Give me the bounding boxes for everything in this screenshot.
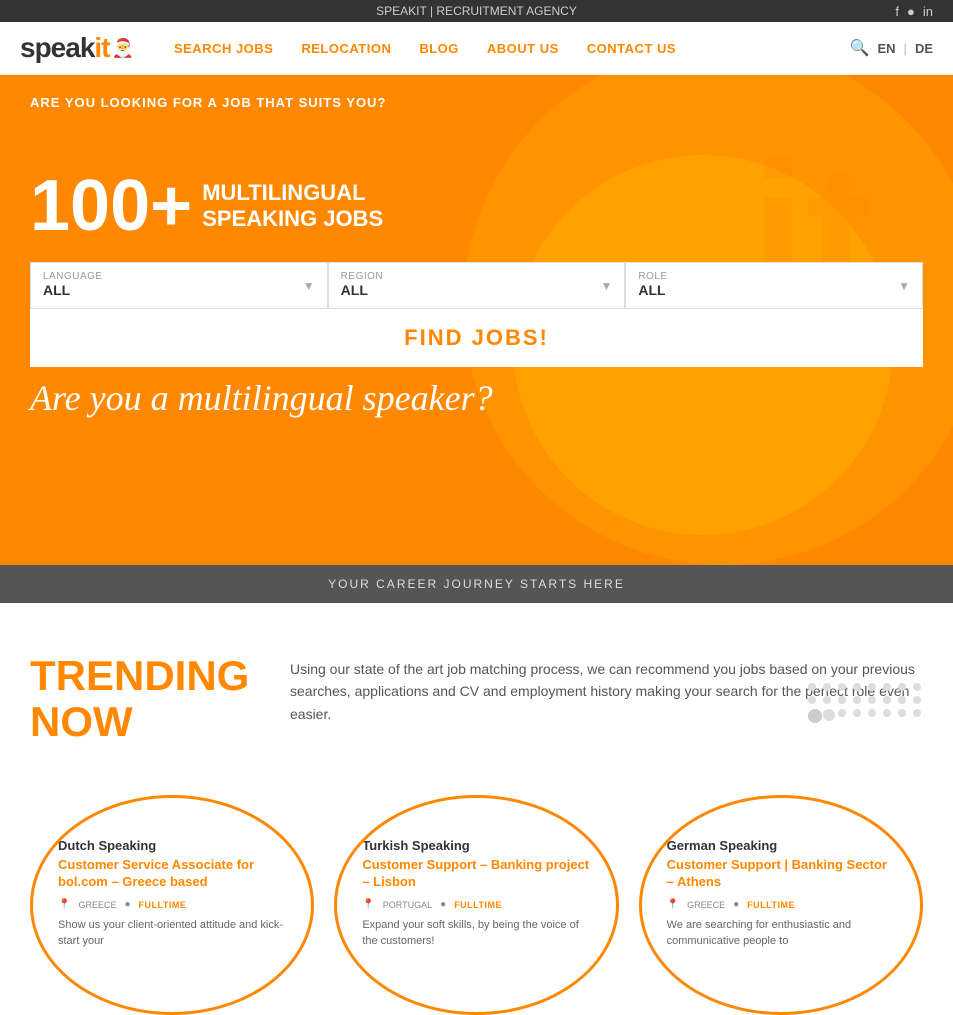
nav-search-jobs[interactable]: SEARCH JOBS (174, 41, 273, 56)
job-0-clock-icon: ● (124, 899, 130, 910)
region-label: REGION (341, 271, 613, 282)
job-2-clock-icon: ● (733, 899, 739, 910)
site-title: SPEAKIT | RECRUITMENT AGENCY (0, 4, 953, 18)
job-2-desc: We are searching for enthusiastic and co… (667, 918, 895, 949)
region-select-wrap[interactable]: REGION ALL ▼ (328, 262, 626, 309)
lang-en[interactable]: EN (877, 41, 895, 56)
nav-contact-us[interactable]: CONTACT US (587, 41, 676, 56)
job-2-type: FULLTIME (747, 899, 795, 910)
role-select-wrap[interactable]: ROLE ALL ▼ (625, 262, 923, 309)
hero-question: ARE YOU LOOKING FOR A JOB THAT SUITS YOU… (30, 95, 923, 110)
instagram-icon[interactable]: ● (907, 4, 915, 19)
nav-blog[interactable]: BLOG (419, 41, 459, 56)
job-cards: Dutch Speaking Customer Service Associat… (0, 775, 953, 1015)
hero-section: it ARE YOU LOOKING FOR A JOB THAT SUITS … (0, 75, 953, 565)
lang-separator: | (904, 41, 907, 56)
search-form: LANGUAGE ALL ▼ REGION ALL ▼ ROLE ALL ▼ (30, 262, 923, 309)
job-0-title: Customer Service Associate for bol.com –… (58, 857, 286, 891)
navbar: speakit 🎅 SEARCH JOBS RELOCATION BLOG AB… (0, 22, 953, 75)
top-bar: SPEAKIT | RECRUITMENT AGENCY f ● in (0, 0, 953, 22)
logo-text: speakit (20, 32, 110, 64)
career-journey-bar: YOUR CAREER JOURNEY STARTS HERE (0, 565, 953, 603)
dots-decoration (808, 683, 923, 723)
hero-label: MULTILINGUAL SPEAKING JOBS (202, 170, 383, 233)
job-card-2[interactable]: German Speaking Customer Support | Banki… (639, 795, 923, 1015)
logo-it: it (94, 32, 109, 63)
job-2-language: German Speaking (667, 838, 778, 853)
hero-number: 100+ (30, 170, 192, 242)
hero-tagline: Are you a multilingual speaker? (30, 377, 923, 419)
job-1-language: Turkish Speaking (362, 838, 469, 853)
role-chevron-icon: ▼ (898, 279, 910, 293)
facebook-icon[interactable]: f (895, 4, 899, 19)
language-select-wrap[interactable]: LANGUAGE ALL ▼ (30, 262, 328, 309)
career-journey-text: YOUR CAREER JOURNEY STARTS HERE (328, 577, 625, 591)
linkedin-icon[interactable]: in (923, 4, 933, 19)
trending-layout: TRENDING NOW Using our state of the art … (30, 653, 923, 745)
language-label: LANGUAGE (43, 271, 315, 282)
hero-count-area: 100+ MULTILINGUAL SPEAKING JOBS (30, 170, 923, 242)
job-1-country-icon: 📍 (362, 899, 374, 910)
role-label: ROLE (638, 271, 910, 282)
job-card-1[interactable]: Turkish Speaking Customer Support – Bank… (334, 795, 618, 1015)
christmas-hat-icon: 🎅 (112, 38, 134, 59)
job-2-country-icon: 📍 (667, 899, 679, 910)
trending-title: TRENDING NOW (30, 653, 250, 745)
job-0-language: Dutch Speaking (58, 838, 156, 853)
job-1-country: PORTUGAL (383, 899, 432, 910)
language-value: ALL (43, 282, 70, 298)
nav-right: 🔍 EN | DE (850, 38, 933, 58)
job-2-country: GREECE (687, 899, 725, 910)
job-0-country: GREECE (78, 899, 116, 910)
nav-about-us[interactable]: ABOUT US (487, 41, 559, 56)
region-chevron-icon: ▼ (600, 279, 612, 293)
find-jobs-button[interactable]: FIND JOBS! (30, 309, 923, 367)
search-icon[interactable]: 🔍 (850, 38, 870, 58)
lang-de[interactable]: DE (915, 41, 933, 56)
nav-links: SEARCH JOBS RELOCATION BLOG ABOUT US CON… (174, 41, 850, 56)
job-0-desc: Show us your client-oriented attitude an… (58, 918, 286, 949)
trending-left: TRENDING NOW (30, 653, 250, 745)
region-value: ALL (341, 282, 368, 298)
job-0-type: FULLTIME (139, 899, 187, 910)
role-value: ALL (638, 282, 665, 298)
job-2-meta: 📍 GREECE ● FULLTIME (667, 899, 795, 910)
nav-relocation[interactable]: RELOCATION (301, 41, 391, 56)
job-1-desc: Expand your soft skills, by being the vo… (362, 918, 590, 949)
job-1-type: FULLTIME (454, 899, 502, 910)
job-0-country-icon: 📍 (58, 899, 70, 910)
job-1-title: Customer Support – Banking project – Lis… (362, 857, 590, 891)
job-0-meta: 📍 GREECE ● FULLTIME (58, 899, 186, 910)
job-card-0[interactable]: Dutch Speaking Customer Service Associat… (30, 795, 314, 1015)
logo[interactable]: speakit 🎅 (20, 32, 134, 64)
language-chevron-icon: ▼ (303, 279, 315, 293)
social-links: f ● in (895, 4, 933, 19)
trending-section: TRENDING NOW Using our state of the art … (0, 603, 953, 775)
job-2-title: Customer Support | Banking Sector – Athe… (667, 857, 895, 891)
job-1-clock-icon: ● (440, 899, 446, 910)
job-1-meta: 📍 PORTUGAL ● FULLTIME (362, 899, 502, 910)
